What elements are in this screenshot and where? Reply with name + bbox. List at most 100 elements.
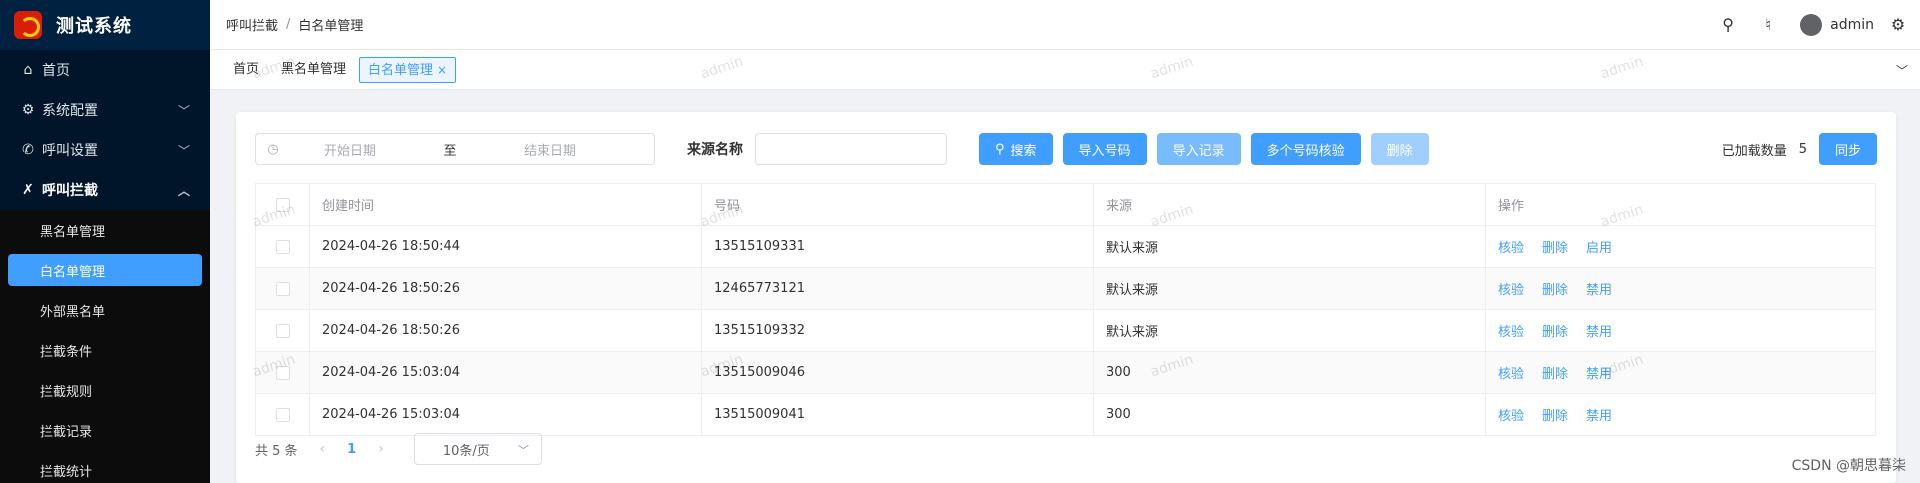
app-title: 测试系统 [56,16,132,37]
table-row: 2024-04-26 15:03:04 13515009046 300 核验 删… [256,352,1875,394]
action-buttons: ⚲ 搜索 导入号码 导入记录 多个号码核验 删除 [979,133,1439,165]
verify-link[interactable]: 核验 [1498,237,1524,256]
close-icon[interactable]: × [437,63,447,77]
import-records-button[interactable]: 导入记录 [1156,133,1241,165]
cell-actions: 核验 删除 禁用 [1486,310,1875,351]
delete-link[interactable]: 删除 [1542,279,1568,298]
date-range-picker[interactable]: ◷ 开始日期 至 结束日期 [255,133,655,165]
row-checkbox-cell [256,352,310,393]
start-date-input[interactable]: 开始日期 [290,140,410,159]
phone-block-icon: ✗ [22,182,34,198]
search-button[interactable]: ⚲ 搜索 [979,133,1053,165]
sidebar-item-label: 系统配置 [42,103,98,119]
username[interactable]: admin [1830,17,1874,33]
table-row: 2024-04-26 18:50:44 13515109331 默认来源 核验 … [256,226,1875,268]
cell-time: 2024-04-26 15:03:04 [310,394,702,435]
row-checkbox[interactable] [275,407,290,422]
sidebar-item-call-intercept[interactable]: ✗ 呼叫拦截 ︿ [0,170,210,210]
cell-number: 13515009046 [702,352,1094,393]
breadcrumb-item-current: 白名单管理 [298,19,364,34]
sidebar-item-intercept-records[interactable]: 拦截记录 [0,410,210,450]
gear-icon: ⚙ [21,102,35,118]
select-all-checkbox[interactable] [275,197,290,212]
verify-link[interactable]: 核验 [1498,363,1524,382]
row-checkbox[interactable] [275,323,290,338]
cell-source: 默认来源 [1094,268,1486,309]
toggle-link[interactable]: 禁用 [1586,321,1612,340]
column-header-actions: 操作 [1498,199,1525,214]
verify-link[interactable]: 核验 [1498,405,1524,424]
settings-icon[interactable]: ⚙ [1886,15,1910,34]
row-checkbox-cell [256,310,310,351]
delete-link[interactable]: 删除 [1542,237,1568,256]
filter-toolbar: ◷ 开始日期 至 结束日期 来源名称 ⚲ 搜索 导入号码 导入记录 多个号码核验 … [255,132,1877,166]
pagination: 共 5 条 ‹ 1 › 10条/页 ﹀ [255,433,542,465]
page-number[interactable]: 1 [347,442,356,457]
cell-number: 13515109332 [702,310,1094,351]
cell-actions: 核验 删除 禁用 [1486,352,1875,393]
tab-whitelist[interactable]: 白名单管理 × [359,56,457,83]
source-name-input[interactable] [755,133,947,165]
row-checkbox[interactable] [275,239,290,254]
breadcrumb-item[interactable]: 呼叫拦截 [226,15,278,34]
delete-link[interactable]: 删除 [1542,321,1568,340]
sidebar-item-home[interactable]: ⌂ 首页 [0,50,210,90]
chevron-down-icon: ﹀ [177,104,190,118]
logo: 测试系统 [0,0,210,50]
whitelist-table: 创建时间 号码 来源 操作 2024-04-26 18:50:44 135151… [255,183,1876,436]
next-page-icon[interactable]: › [378,441,384,457]
cell-time: 2024-04-26 18:50:26 [310,310,702,351]
import-numbers-button[interactable]: 导入号码 [1062,133,1147,165]
chevron-down-icon[interactable]: ﹀ [1896,62,1908,79]
phone-icon: ✆ [22,142,34,158]
delete-button[interactable]: 删除 [1370,133,1429,165]
delete-link[interactable]: 删除 [1542,405,1568,424]
search-icon[interactable]: ⚲ [1708,15,1748,34]
cell-time: 2024-04-26 18:50:26 [310,268,702,309]
cell-source: 300 [1094,352,1486,393]
cell-source: 默认来源 [1094,310,1486,351]
row-checkbox[interactable] [275,365,290,380]
toggle-link[interactable]: 禁用 [1586,363,1612,382]
source-name-label: 来源名称 [687,142,743,158]
toggle-link[interactable]: 启用 [1586,237,1612,256]
tab-blacklist[interactable]: 黑名单管理 [272,57,355,83]
sidebar-item-system-config[interactable]: ⚙ 系统配置 ﹀ [0,90,210,130]
delete-link[interactable]: 删除 [1542,363,1568,382]
main-card: ◷ 开始日期 至 结束日期 来源名称 ⚲ 搜索 导入号码 导入记录 多个号码核验 … [236,112,1896,483]
toggle-link[interactable]: 禁用 [1586,405,1612,424]
bell-icon[interactable]: ♮ [1748,15,1788,34]
csdn-credit: CSDN @朝思暮柒 [1791,458,1906,474]
end-date-input[interactable]: 结束日期 [490,140,610,159]
sidebar-item-external-blacklist[interactable]: 外部黑名单 [0,290,210,330]
prev-page-icon[interactable]: ‹ [320,441,326,457]
sidebar-item-blacklist[interactable]: 黑名单管理 [0,210,210,250]
loaded-count-label: 已加载数量 [1721,143,1787,159]
page-size-select[interactable]: 10条/页 ﹀ [413,433,542,465]
tags-view: 首页 黑名单管理 白名单管理 × ﹀ [210,50,1920,90]
toggle-link[interactable]: 禁用 [1586,279,1612,298]
multi-verify-button[interactable]: 多个号码核验 [1250,133,1361,165]
column-header-number: 号码 [702,184,1094,225]
cell-actions: 核验 删除 禁用 [1486,268,1875,309]
table-row: 2024-04-26 18:50:26 13515109332 默认来源 核验 … [256,310,1875,352]
sidebar-item-intercept-stats[interactable]: 拦截统计 [0,450,210,483]
tab-home[interactable]: 首页 [224,57,268,83]
row-checkbox[interactable] [275,281,290,296]
sidebar-item-call-settings[interactable]: ✆ 呼叫设置 ﹀ [0,130,210,170]
sync-button[interactable]: 同步 [1818,133,1877,165]
verify-link[interactable]: 核验 [1498,321,1524,340]
verify-link[interactable]: 核验 [1498,279,1524,298]
range-separator: 至 [443,143,457,159]
chevron-up-icon: ︿ [177,184,190,198]
sidebar-item-intercept-rules[interactable]: 拦截规则 [0,370,210,410]
breadcrumb-separator: / [286,17,291,32]
sidebar-item-intercept-conditions[interactable]: 拦截条件 [0,330,210,370]
table-row: 2024-04-26 15:03:04 13515009041 300 核验 删… [256,394,1875,436]
sidebar-item-whitelist[interactable]: 白名单管理 [8,254,202,286]
top-header: 呼叫拦截 / 白名单管理 ⚲ ♮ admin ⚙ [210,0,1920,50]
avatar[interactable] [1800,13,1823,36]
page-size-value: 10条/页 [442,443,490,459]
logo-icon [14,11,42,39]
header-actions: ⚲ ♮ admin ⚙ [1708,13,1920,36]
